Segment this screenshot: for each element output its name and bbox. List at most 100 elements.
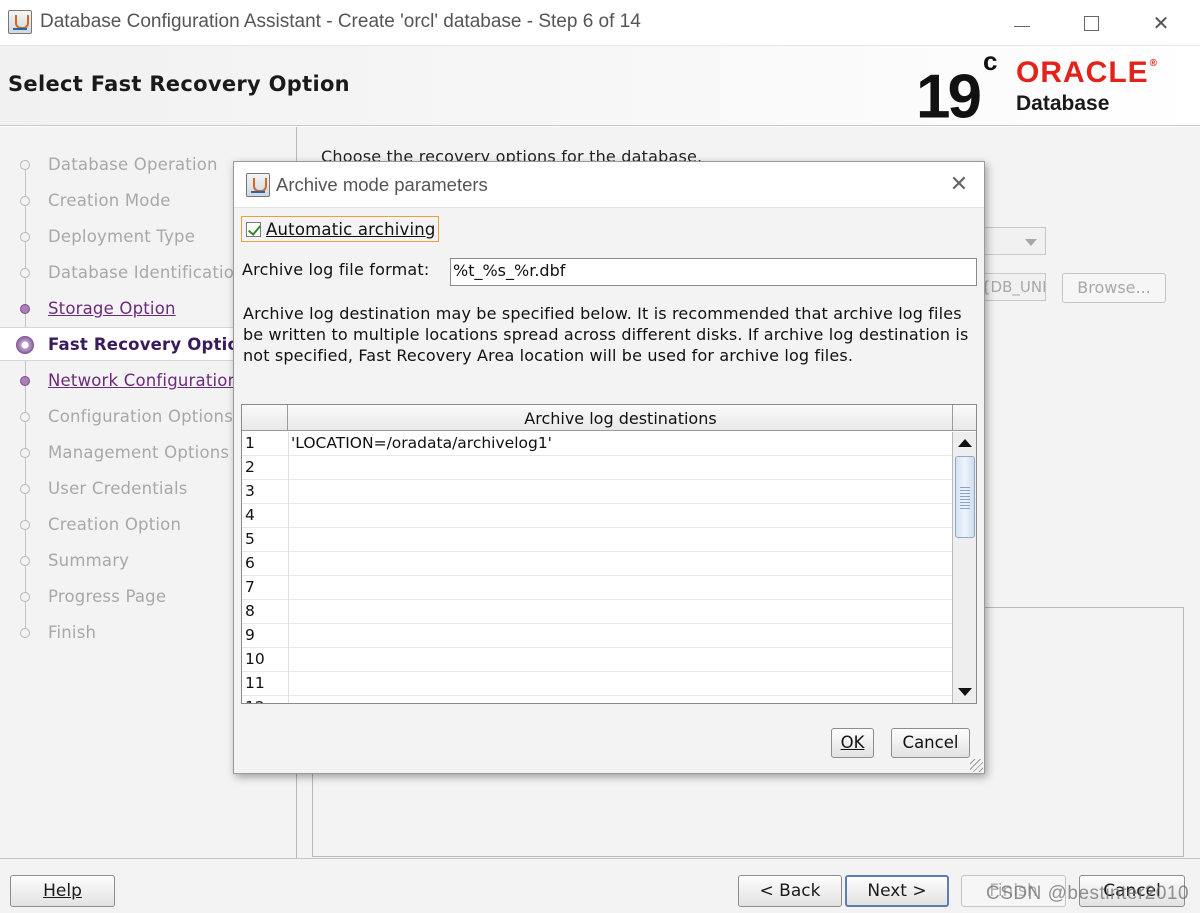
minimize-button[interactable]: [998, 6, 1044, 40]
csdn-watermark: CSDN @bestinter2010: [986, 883, 1190, 904]
chevron-down-icon: [1025, 239, 1037, 246]
step-label: Finish: [48, 623, 97, 642]
page-title: Select Fast Recovery Option: [8, 72, 350, 96]
close-window-button[interactable]: ✕: [1138, 6, 1184, 40]
step-indicator-icon: [20, 520, 30, 530]
next-button[interactable]: Next >: [845, 875, 949, 907]
step-label[interactable]: Network Configuration: [48, 371, 238, 390]
archive-destinations-table: Archive log destinations 1 'LOCATION=/ora…: [241, 404, 977, 704]
resize-grip-icon[interactable]: [970, 759, 983, 772]
column-divider: [288, 456, 289, 480]
step-label: Database Identification: [48, 263, 245, 282]
row-number: 5: [245, 530, 255, 548]
automatic-archiving-label[interactable]: Automatic archiving: [266, 220, 436, 239]
column-divider: [288, 576, 289, 600]
column-divider: [288, 600, 289, 624]
table-row[interactable]: 11: [242, 672, 952, 696]
table-row[interactable]: 10: [242, 648, 952, 672]
step-label: Management Options: [48, 443, 230, 462]
step-indicator-icon: [20, 448, 30, 458]
table-row[interactable]: 5: [242, 528, 952, 552]
table-row[interactable]: 3: [242, 480, 952, 504]
row-number: 6: [245, 554, 255, 572]
table-row[interactable]: 2: [242, 456, 952, 480]
column-divider: [288, 504, 289, 528]
table-row[interactable]: 4: [242, 504, 952, 528]
logo-product: Database: [1016, 92, 1110, 115]
column-divider: [288, 432, 289, 456]
table-row[interactable]: 1 'LOCATION=/oradata/archivelog1': [242, 432, 952, 456]
table-row[interactable]: 9: [242, 624, 952, 648]
scrollbar-thumb[interactable]: [955, 456, 975, 538]
step-label: Creation Mode: [48, 191, 171, 210]
row-number: 12: [245, 698, 265, 703]
table-scrollbar[interactable]: [952, 432, 976, 703]
logo-version-suffix: c: [982, 46, 998, 76]
row-number-header: [242, 405, 288, 431]
dialog-title: Archive mode parameters: [276, 174, 488, 195]
step-indicator-icon: [20, 556, 30, 566]
table-row[interactable]: 12: [242, 696, 952, 703]
row-number: 8: [245, 602, 255, 620]
dialog-close-button[interactable]: ✕: [944, 172, 974, 198]
table-row[interactable]: 8: [242, 600, 952, 624]
window-title: Database Configuration Assistant - Creat…: [40, 11, 641, 32]
dialog-titlebar: Archive mode parameters ✕: [234, 162, 984, 208]
help-button[interactable]: Help: [10, 875, 115, 907]
oracle-19c-logo: 19c ORACLE® Database: [914, 46, 1194, 130]
step-indicator-icon: [20, 160, 30, 170]
step-indicator-icon: [20, 412, 30, 422]
column-divider: [288, 648, 289, 672]
step-indicator-icon: [20, 232, 30, 242]
next-label: Next >: [867, 881, 927, 901]
maximize-button[interactable]: [1068, 6, 1114, 40]
dialog-cancel-button[interactable]: Cancel: [891, 728, 970, 758]
scroll-up-icon[interactable]: [958, 439, 972, 447]
table-body: 1 'LOCATION=/oradata/archivelog1' 2 3 4 5…: [242, 432, 952, 703]
step-indicator-icon: [20, 196, 30, 206]
step-label: Summary: [48, 551, 130, 570]
step-indicator-icon: [20, 376, 30, 386]
table-row[interactable]: 7: [242, 576, 952, 600]
table-corner: [952, 405, 976, 431]
step-indicator-icon: [20, 304, 30, 314]
recovery-storage-type-select[interactable]: [984, 227, 1046, 255]
row-number: 7: [245, 578, 255, 596]
step-label: Configuration Options: [48, 407, 234, 426]
page-header: Select Fast Recovery Option 19c ORACLE® …: [0, 46, 1200, 130]
step-label[interactable]: Storage Option: [48, 299, 176, 318]
fast-recovery-area-value: {DB_UNIQUE_: [981, 278, 1045, 296]
logo-version: 19c: [916, 46, 997, 132]
archive-destination-description: Archive log destination may be specified…: [243, 304, 969, 365]
column-divider: [288, 696, 289, 703]
step-label: User Credentials: [48, 479, 188, 498]
step-label: Fast Recovery Option: [48, 335, 251, 354]
archive-log-format-input[interactable]: %t_%s_%r.dbf: [450, 258, 977, 286]
browse-button[interactable]: Browse...: [1062, 273, 1166, 303]
close-icon: ✕: [1152, 11, 1170, 35]
step-label: Database Operation: [48, 155, 218, 174]
fast-recovery-area-field[interactable]: {DB_UNIQUE_: [980, 273, 1046, 301]
table-header: Archive log destinations: [242, 405, 952, 431]
wizard-footer: Help < Back Next > Finish Cancel CSDN @b…: [0, 858, 1200, 913]
archive-mode-dialog: Archive mode parameters ✕ Automatic arch…: [233, 161, 985, 774]
logo-registered-mark: ®: [1149, 58, 1159, 69]
logo-version-number: 19: [916, 62, 982, 132]
table-row[interactable]: 6: [242, 552, 952, 576]
close-icon: ✕: [949, 172, 969, 197]
automatic-archiving-checkbox[interactable]: Automatic archiving: [241, 216, 439, 242]
current-step-icon: [16, 336, 34, 354]
step-label: Creation Option: [48, 515, 182, 534]
checkbox-checked-icon[interactable]: [246, 221, 261, 237]
step-indicator-icon: [20, 628, 30, 638]
back-button[interactable]: < Back: [738, 875, 842, 907]
destination-cell[interactable]: 'LOCATION=/oradata/archivelog1': [291, 434, 552, 452]
column-divider: [288, 624, 289, 648]
step-indicator-icon: [20, 592, 30, 602]
row-number: 1: [245, 434, 255, 452]
row-number: 4: [245, 506, 255, 524]
ok-button[interactable]: OK: [831, 728, 874, 758]
column-divider: [288, 672, 289, 696]
scroll-down-icon[interactable]: [958, 688, 972, 696]
step-label: Deployment Type: [48, 227, 196, 246]
